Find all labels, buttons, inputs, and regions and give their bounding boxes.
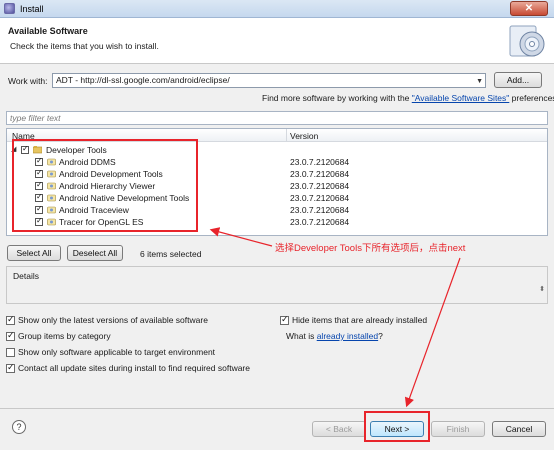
- available-software-sites-link[interactable]: "Available Software Sites": [412, 93, 510, 103]
- chevron-down-icon[interactable]: ▼: [476, 75, 483, 88]
- finish-button[interactable]: Finish: [431, 421, 485, 437]
- item-version: 23.0.7.2120684: [290, 157, 350, 167]
- contact-sites-label: Contact all update sites during install …: [18, 363, 250, 373]
- page-title: Available Software: [8, 26, 88, 36]
- window-close-button[interactable]: ✕: [510, 1, 548, 16]
- install-cd-icon: [509, 25, 545, 57]
- work-with-combo[interactable]: ADT - http://dl-ssl.google.com/android/e…: [52, 73, 486, 88]
- next-highlight-box: [364, 411, 430, 442]
- what-is-installed-text: What is already installed?: [286, 331, 383, 341]
- find-more-text: Find more software by working with the "…: [262, 93, 554, 103]
- item-version: 23.0.7.2120684: [290, 169, 350, 179]
- item-version: 23.0.7.2120684: [290, 205, 350, 215]
- work-with-label: Work with:: [8, 76, 48, 86]
- filter-input[interactable]: type filter text: [6, 111, 548, 125]
- contact-sites-checkbox[interactable]: [6, 362, 15, 373]
- add-site-button[interactable]: Add...: [494, 72, 542, 88]
- annotation-text: 选择Developer Tools下所有选项后，点击next: [275, 243, 466, 254]
- details-box: Details ⬍: [6, 266, 548, 304]
- work-with-value: ADT - http://dl-ssl.google.com/android/e…: [56, 75, 230, 85]
- details-scroll-icon[interactable]: ⬍: [539, 285, 545, 293]
- details-label: Details: [13, 271, 39, 281]
- select-all-button[interactable]: Select All: [7, 245, 61, 261]
- what-is-prefix: What is: [286, 331, 317, 341]
- selection-count: 6 items selected: [140, 249, 202, 259]
- footer-separator: [0, 408, 554, 409]
- column-divider: [286, 129, 287, 142]
- help-icon[interactable]: ?: [12, 420, 26, 434]
- item-version: 23.0.7.2120684: [290, 193, 350, 203]
- annotation-highlight-box: [12, 139, 198, 232]
- hide-installed-label: Hide items that are already installed: [292, 315, 428, 325]
- deselect-all-button[interactable]: Deselect All: [67, 245, 123, 261]
- item-version: 23.0.7.2120684: [290, 181, 350, 191]
- group-by-category-label: Group items by category: [18, 331, 111, 341]
- column-header-version[interactable]: Version: [290, 131, 318, 141]
- page-subtitle: Check the items that you wish to install…: [10, 41, 159, 51]
- already-installed-link[interactable]: already installed: [317, 331, 378, 341]
- wizard-header: Available Software Check the items that …: [0, 18, 554, 64]
- latest-versions-checkbox[interactable]: [6, 314, 15, 325]
- item-version: 23.0.7.2120684: [290, 217, 350, 227]
- find-more-prefix: Find more software by working with the: [262, 93, 412, 103]
- latest-versions-label: Show only the latest versions of availab…: [18, 315, 208, 325]
- target-env-checkbox[interactable]: [6, 348, 15, 357]
- title-bar: Install ✕: [0, 0, 554, 18]
- find-more-suffix: preferences.: [509, 93, 554, 103]
- eclipse-app-icon: [4, 3, 15, 14]
- cancel-button[interactable]: Cancel: [492, 421, 546, 437]
- target-env-label: Show only software applicable to target …: [18, 347, 216, 357]
- what-is-suffix: ?: [378, 331, 383, 341]
- group-by-category-checkbox[interactable]: [6, 330, 15, 341]
- window-title: Install: [20, 4, 44, 14]
- back-button[interactable]: < Back: [312, 421, 366, 437]
- hide-installed-checkbox[interactable]: [280, 314, 289, 325]
